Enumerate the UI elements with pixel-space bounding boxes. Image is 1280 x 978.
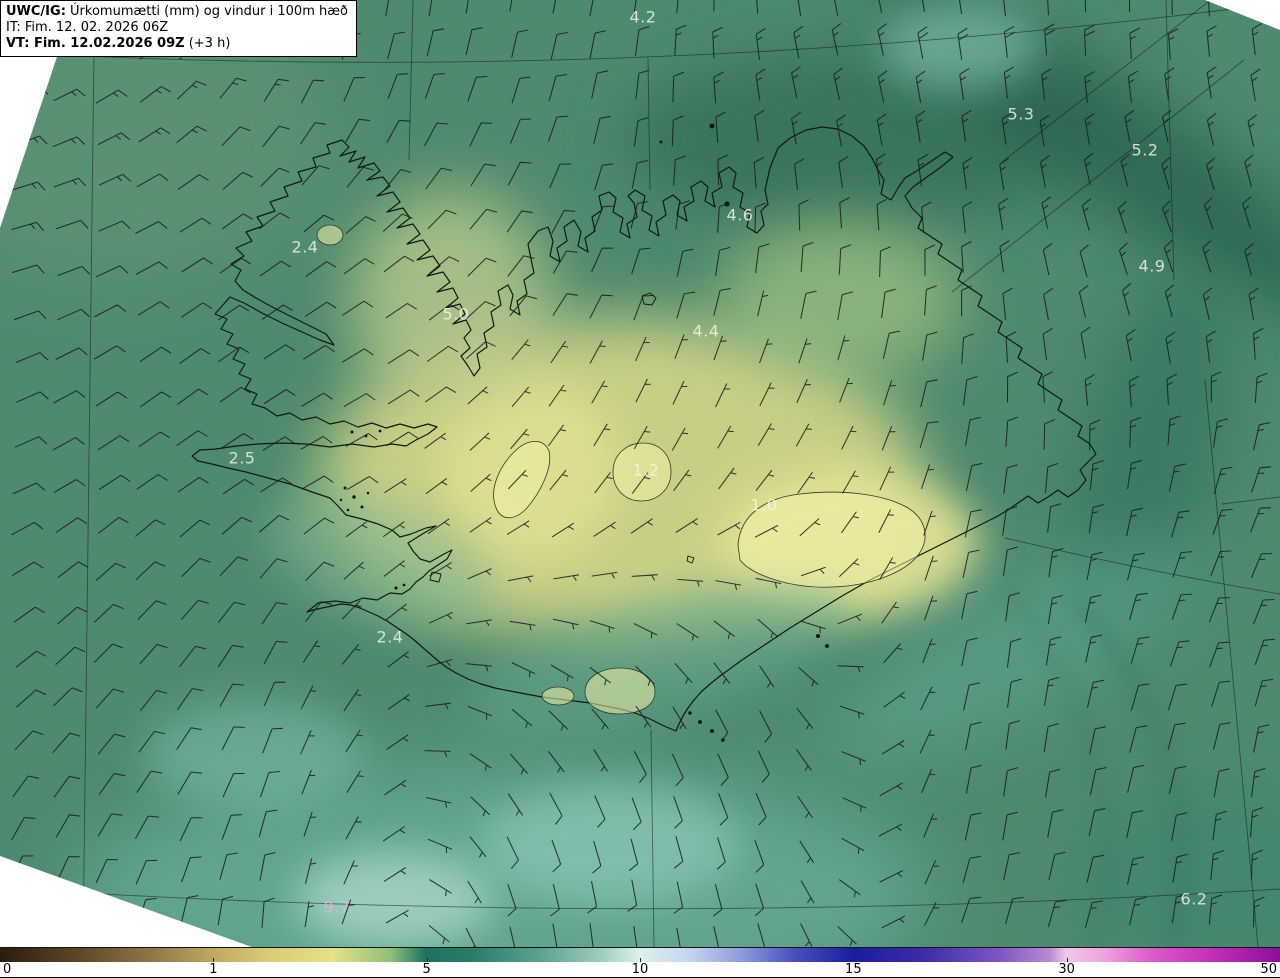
title-line-valid: VT: Fim. 12.02.2026 09Z (+3 h) bbox=[6, 36, 231, 51]
title-line-init: IT: Fim. 12. 02. 2026 06Z bbox=[6, 20, 169, 35]
colorbar-tick-label: 10 bbox=[631, 962, 649, 977]
title-line-product: UWC/IG: Úrkomumætti (mm) og vindur i 100… bbox=[6, 4, 348, 20]
colorbar-tick-label: 15 bbox=[845, 962, 862, 977]
product-title: Úrkomumætti (mm) og vindur i 100m hæð bbox=[70, 4, 348, 19]
colorbar-tick-label: 1 bbox=[209, 962, 218, 977]
colorbar-tick-mark bbox=[853, 958, 855, 962]
colorbar-ticks: 0 1 5 10 15 30 50 bbox=[0, 958, 1280, 978]
colorbar-tick-mark bbox=[426, 958, 428, 962]
colorbar-tick-label: 50 bbox=[1260, 962, 1277, 977]
colorbar-tick-mark bbox=[1066, 958, 1068, 962]
weather-map-screenshot: 4.2 5.3 5.2 4.6 2.4 4.9 5.0 4.4 2.5 1.2 1.0 2.4 9.7 6… bbox=[0, 0, 1280, 978]
colorbar-tick-mark bbox=[640, 958, 641, 962]
colorbar-tick-label: 30 bbox=[1058, 962, 1075, 977]
colorbar: 0 1 5 10 15 30 50 bbox=[0, 947, 1280, 978]
colorbar-tick-label: 5 bbox=[422, 962, 431, 977]
model-name: UWC/IG: bbox=[6, 4, 66, 19]
colorbar-tick-mark bbox=[213, 958, 215, 962]
title-box: UWC/IG: Úrkomumætti (mm) og vindur i 100… bbox=[0, 0, 357, 57]
colorbar-tick-label: 0 bbox=[3, 962, 12, 977]
weather-map bbox=[0, 0, 1280, 947]
